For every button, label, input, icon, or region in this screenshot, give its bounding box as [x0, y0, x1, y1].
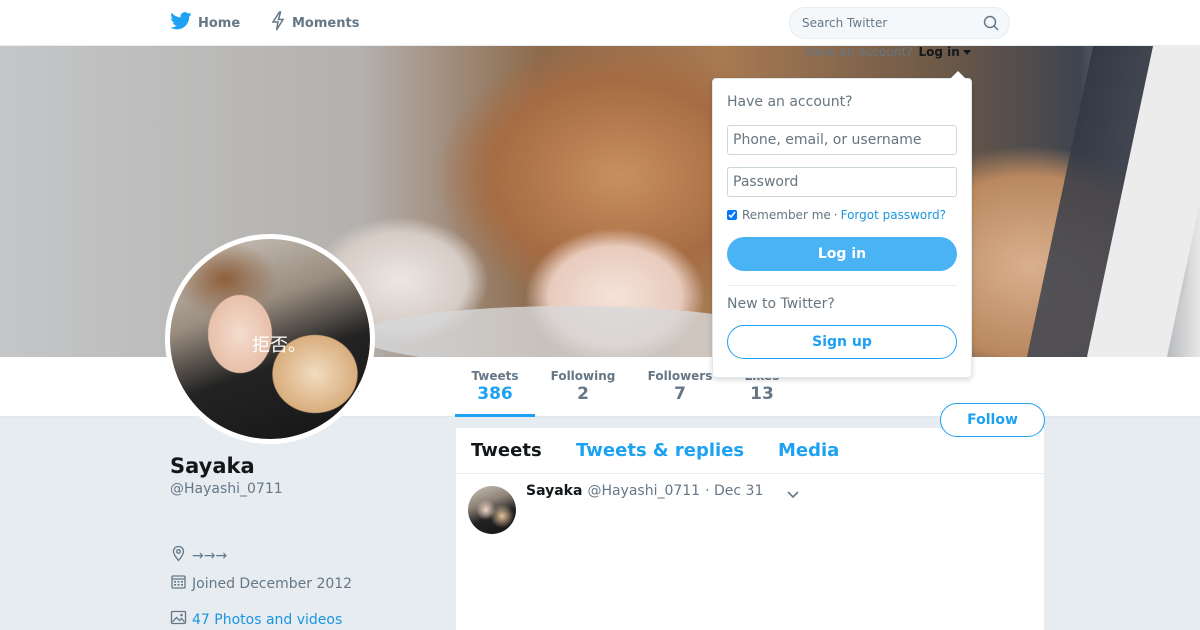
location-pin-icon: [170, 545, 187, 566]
timeline: Tweets Tweets & replies Media Sayaka @Ha…: [456, 428, 1044, 630]
profile-name[interactable]: Sayaka: [170, 454, 255, 478]
dropdown-arrow: [950, 71, 966, 79]
login-hint-link[interactable]: Log in: [918, 45, 959, 59]
profile-handle[interactable]: @Hayashi_0711: [170, 481, 283, 497]
username-field[interactable]: [727, 125, 957, 155]
photos-videos-label: 47 Photos and videos: [192, 611, 343, 628]
location-text: →→→: [192, 547, 228, 564]
login-hint: Have an account? Log in: [805, 45, 971, 59]
nav-home-link[interactable]: Home: [170, 0, 240, 46]
calendar-icon: [170, 573, 187, 594]
password-field[interactable]: [727, 167, 957, 197]
profile-joined: Joined December 2012: [170, 573, 352, 594]
chevron-down-icon[interactable]: [962, 50, 971, 55]
image-icon: [170, 609, 187, 630]
tab-tweets[interactable]: Tweets: [471, 440, 542, 461]
separator-dot: ·: [833, 208, 838, 222]
profile-location: →→→: [170, 545, 227, 566]
stat-label: Followers: [647, 369, 713, 383]
stat-label: Tweets: [471, 369, 519, 383]
tab-media[interactable]: Media: [778, 440, 839, 461]
top-navigation: Home Moments: [0, 0, 1200, 46]
joined-text: Joined December 2012: [192, 575, 353, 592]
stat-value: 7: [674, 384, 686, 404]
stat-value: 13: [750, 384, 774, 404]
tweet-avatar[interactable]: [468, 486, 516, 534]
tweet-item[interactable]: Sayaka @Hayashi_0711 · Dec 31: [456, 474, 1044, 630]
avatar[interactable]: 拒否。: [165, 234, 375, 444]
follow-button[interactable]: Follow: [940, 403, 1045, 437]
login-dropdown: Have an account? Remember me · Forgot pa…: [712, 71, 972, 378]
login-hint-question: Have an account?: [805, 45, 913, 59]
tweet-fullname[interactable]: Sayaka: [526, 483, 582, 499]
avatar-caption: 拒否。: [252, 335, 306, 356]
divider: [727, 285, 957, 286]
forgot-password-link[interactable]: Forgot password?: [841, 208, 946, 222]
search-box: [789, 7, 1010, 39]
nav-moments-link[interactable]: Moments: [270, 0, 359, 46]
tweet-username[interactable]: @Hayashi_0711: [587, 483, 700, 499]
new-to-twitter-label: New to Twitter?: [727, 296, 835, 312]
remember-row: Remember me · Forgot password?: [727, 208, 946, 222]
tab-tweets-replies[interactable]: Tweets & replies: [576, 440, 744, 461]
login-button[interactable]: Log in: [727, 237, 957, 271]
photos-videos-link[interactable]: 47 Photos and videos: [170, 609, 342, 630]
stat-value: 386: [477, 384, 513, 404]
search-icon[interactable]: [983, 15, 999, 31]
stat-value: 2: [577, 384, 589, 404]
tweet-timestamp[interactable]: · Dec 31: [705, 483, 763, 499]
nav-moments-label: Moments: [292, 15, 360, 31]
lightning-icon: [270, 11, 286, 35]
remember-me-label[interactable]: Remember me: [742, 208, 831, 222]
search-input[interactable]: [802, 8, 972, 38]
stat-tweets[interactable]: Tweets 386: [455, 369, 535, 417]
stat-followers[interactable]: Followers 7: [645, 369, 715, 417]
login-dropdown-title: Have an account?: [727, 94, 853, 110]
twitter-bird-icon: [170, 12, 192, 34]
remember-me-checkbox[interactable]: [727, 210, 737, 220]
nav-home-label: Home: [198, 15, 241, 31]
tweet-header: Sayaka @Hayashi_0711 · Dec 31: [526, 483, 763, 499]
stat-following[interactable]: Following 2: [547, 369, 619, 417]
stat-label: Following: [550, 369, 616, 383]
chevron-down-icon[interactable]: [786, 486, 800, 499]
signup-button[interactable]: Sign up: [727, 325, 957, 359]
